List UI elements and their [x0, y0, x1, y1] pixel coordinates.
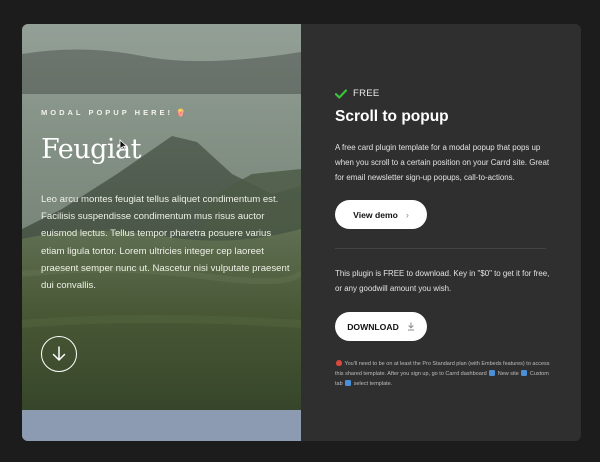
hero-eyebrow-text: MODAL POPUP HERE!: [41, 108, 173, 117]
download-label: DOWNLOAD: [347, 321, 399, 332]
section-divider: [335, 248, 546, 249]
warning-icon: [336, 359, 342, 366]
plugin-info-panel: FREE Scroll to popup A free card plugin …: [301, 24, 581, 441]
arrow-right-icon: [521, 369, 528, 376]
plugin-description: A free card plugin template for a modal …: [335, 143, 550, 182]
arrow-right-icon: [489, 369, 496, 376]
free-download-note: This plugin is FREE to download. Key in …: [335, 269, 550, 293]
hero-body-text: Leo arcu montes feugiat tellus aliquet c…: [41, 194, 290, 292]
free-badge: FREE: [335, 88, 380, 99]
fine-print-part2: New site: [497, 371, 519, 378]
fine-print-part4: select template.: [353, 381, 393, 388]
next-section-strip: [22, 410, 301, 441]
hero-eyebrow: MODAL POPUP HERE! 🍿: [41, 108, 185, 117]
chevron-right-icon: ›: [405, 209, 409, 220]
download-icon: [407, 322, 414, 331]
view-demo-label: View demo: [353, 209, 398, 220]
plugin-title: Scroll to popup: [335, 108, 449, 125]
arrow-down-icon: [52, 346, 66, 361]
arrow-right-icon: [345, 379, 352, 386]
hero-panel: MODAL POPUP HERE! 🍿 Feugiat Leo arcu mont…: [22, 24, 301, 441]
download-button[interactable]: DOWNLOAD: [335, 312, 427, 341]
view-demo-button[interactable]: View demo ›: [335, 200, 427, 229]
free-badge-label: FREE: [353, 88, 380, 99]
mouse-cursor-icon: [119, 139, 128, 151]
check-icon: [335, 88, 347, 99]
popcorn-icon: 🍿: [175, 108, 186, 117]
scroll-down-button[interactable]: [41, 336, 77, 372]
fine-print: You'll need to be on at least the Pro St…: [335, 359, 553, 390]
plugin-card: MODAL POPUP HERE! 🍿 Feugiat Leo arcu mont…: [22, 24, 581, 441]
